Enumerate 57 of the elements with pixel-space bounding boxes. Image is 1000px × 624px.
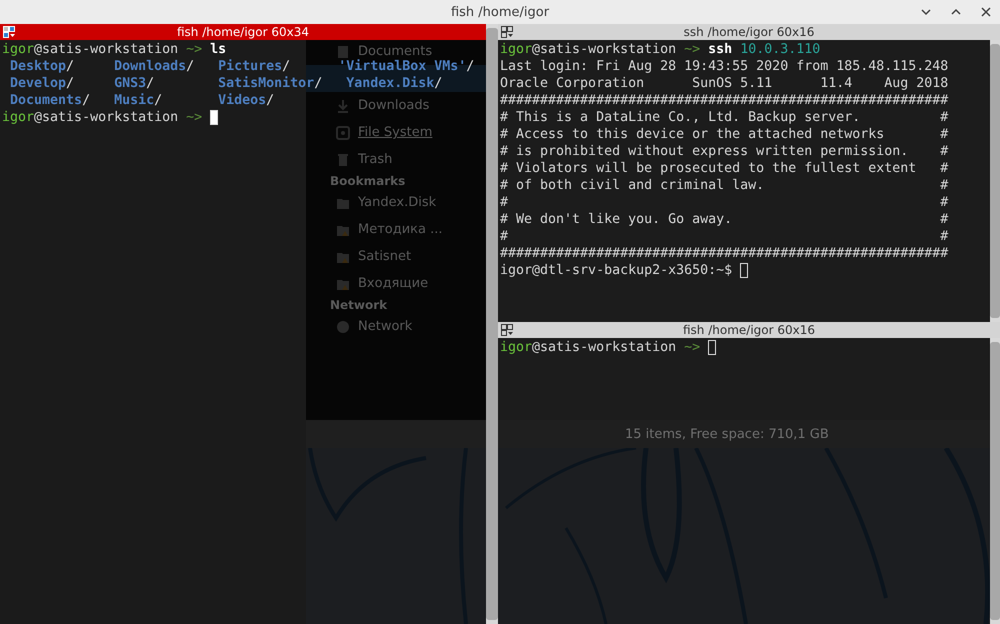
sidebar-heading: Bookmarks <box>330 174 406 188</box>
pane-header[interactable]: fish /home/igor 60x34 <box>0 24 486 40</box>
directory-name: Music/ <box>114 92 164 109</box>
document-icon <box>336 44 350 58</box>
sidebar-item[interactable]: Методика ... <box>358 222 443 237</box>
prompt: igor@satis-workstation ~> <box>500 339 700 356</box>
prompt: igor@satis-workstation ~> <box>2 41 202 58</box>
scrollbar[interactable] <box>486 24 498 624</box>
sidebar-item[interactable]: Yandex.Disk <box>358 195 436 210</box>
split-grid-icon[interactable] <box>501 324 514 337</box>
scrollbar[interactable] <box>990 338 1000 624</box>
split-grid-icon[interactable] <box>501 26 514 39</box>
directory-name: SatisMonitor/ <box>218 75 324 92</box>
command-text: ssh 10.0.3.110 <box>708 41 820 58</box>
directory-name: Pictures/ <box>218 58 292 75</box>
status-text: 15 items, Free space: 710,1 GB <box>625 426 829 442</box>
command-text: ls <box>210 41 226 58</box>
sidebar-item[interactable]: Satisnet <box>358 249 412 264</box>
globe-icon <box>336 320 350 334</box>
output-line: igor@dtl-srv-backup2-x3650:~$ <box>500 262 732 279</box>
directory-name: Develop/ <box>10 75 76 92</box>
output-line: # is prohibited without express written permission. # <box>500 143 948 160</box>
output-line: ######################################################## <box>500 92 948 109</box>
pane-header[interactable]: ssh /home/igor 60x16 <box>498 24 1000 40</box>
output-line: ######################################################## <box>500 245 948 262</box>
output-line: # of both civil and criminal law. # <box>500 177 948 194</box>
output-line: Last login: Fri Aug 28 19:43:55 2020 from 185.48.115.248 <box>500 58 948 75</box>
directory-name: Documents/ <box>10 92 92 109</box>
scrollbar[interactable] <box>990 40 1000 322</box>
prompt: igor@satis-workstation ~> <box>500 41 700 58</box>
drive-icon <box>336 126 350 140</box>
output-line: # We don't like you. Go away. # <box>500 211 948 228</box>
directory-name: Yandex.Disk/ <box>345 75 444 92</box>
window-title: fish /home/igor <box>450 4 550 20</box>
sidebar-item[interactable]: File System <box>358 125 432 140</box>
output-line: # Access to this device or the attached networks # <box>500 126 948 143</box>
output-line: # Violators will be prosecuted to the fullest extent # <box>500 160 948 177</box>
pane-header[interactable]: fish /home/igor 60x16 <box>498 322 1000 338</box>
sidebar-item[interactable]: Trash <box>358 152 392 167</box>
sidebar-heading: Network <box>330 298 388 312</box>
prompt: igor@satis-workstation ~> <box>2 109 202 126</box>
directory-name: Downloads/ <box>114 58 196 75</box>
output-line: # # <box>500 194 948 211</box>
sidebar-item[interactable]: Documents <box>358 44 432 59</box>
sidebar-item[interactable]: Network <box>358 319 412 334</box>
trash-icon <box>336 152 350 166</box>
sidebar-item[interactable]: Входящие <box>358 276 428 291</box>
sidebar-item[interactable]: Downloads <box>358 98 430 113</box>
output-line: Oracle Corporation SunOS 5.11 11.4 Aug 2018 <box>500 75 948 92</box>
directory-name: GNS3/ <box>114 75 156 92</box>
download-icon <box>336 98 350 112</box>
directory-name: Videos/ <box>218 92 276 109</box>
directory-name: Desktop/ <box>10 58 76 75</box>
split-grid-icon[interactable] <box>3 26 16 39</box>
output-line: # This is a DataLine Co., Ltd. Backup server. # <box>500 109 948 126</box>
output-line: # # <box>500 228 948 245</box>
directory-name: 'VirtualBox VMs'/ <box>338 58 476 75</box>
